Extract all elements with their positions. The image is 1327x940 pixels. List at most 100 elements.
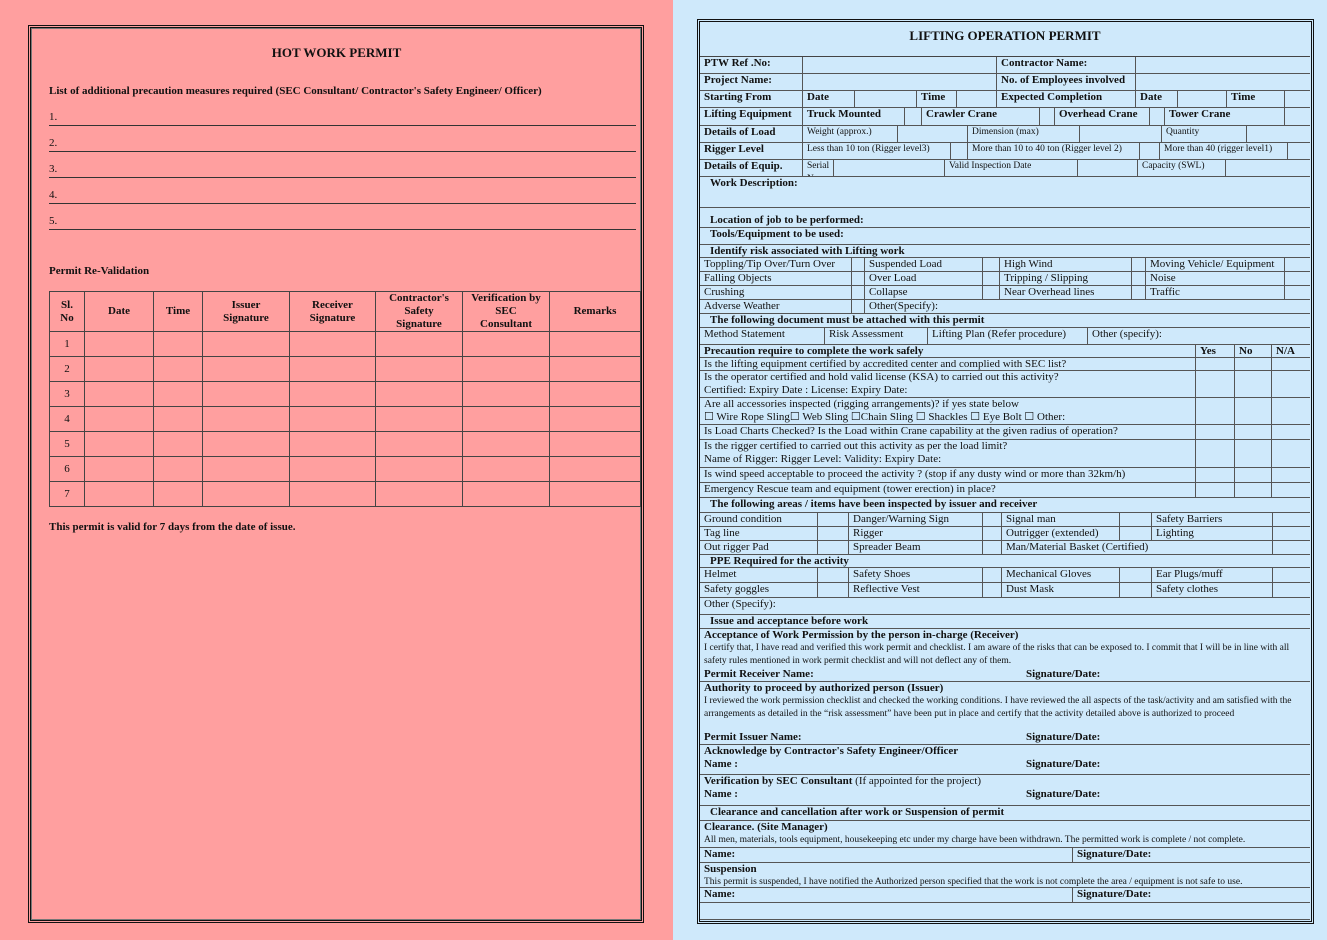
signature-date-label[interactable]: Signature/Date: — [1026, 668, 1100, 681]
form-input-cell[interactable] — [1285, 286, 1310, 299]
form-input-cell[interactable] — [1132, 286, 1146, 299]
revalidation-cell[interactable] — [549, 356, 641, 382]
revalidation-cell[interactable] — [153, 331, 203, 357]
form-input-cell[interactable] — [1136, 74, 1310, 90]
revalidation-cell[interactable] — [289, 481, 376, 507]
revalidation-cell[interactable] — [375, 481, 463, 507]
name-label[interactable]: Name : — [704, 758, 1026, 771]
form-input-cell[interactable] — [983, 583, 1002, 597]
precaution-line-3[interactable]: 3. — [49, 163, 636, 178]
form-input-cell[interactable] — [1285, 91, 1310, 107]
revalidation-cell[interactable] — [375, 431, 463, 457]
form-input-cell[interactable] — [1235, 398, 1272, 424]
form-input-cell[interactable] — [1288, 143, 1310, 159]
form-input-cell[interactable] — [1273, 583, 1310, 597]
form-input-cell[interactable] — [1285, 258, 1310, 271]
form-input-cell[interactable] — [1132, 258, 1146, 271]
form-input-cell[interactable] — [818, 527, 849, 540]
precaution-line-1[interactable]: 1. — [49, 111, 636, 126]
precaution-line-2[interactable]: 2. — [49, 137, 636, 152]
revalidation-cell[interactable] — [549, 481, 641, 507]
revalidation-cell[interactable] — [462, 331, 550, 357]
form-input-cell[interactable] — [1235, 483, 1272, 497]
revalidation-cell[interactable] — [462, 431, 550, 457]
form-input-cell[interactable] — [1196, 371, 1235, 397]
form-input-cell[interactable] — [700, 903, 1310, 919]
revalidation-cell[interactable] — [549, 406, 641, 432]
form-input-cell[interactable] — [1272, 398, 1310, 424]
revalidation-cell[interactable] — [153, 456, 203, 482]
revalidation-cell[interactable] — [375, 381, 463, 407]
revalidation-cell[interactable] — [84, 381, 154, 407]
form-input-cell[interactable] — [1272, 440, 1310, 467]
form-input-cell[interactable] — [1272, 371, 1310, 397]
form-input-cell[interactable] — [1235, 371, 1272, 397]
form-input-cell[interactable] — [983, 568, 1002, 582]
form-input-cell[interactable] — [1078, 160, 1138, 176]
revalidation-cell[interactable] — [462, 356, 550, 382]
revalidation-cell[interactable] — [289, 331, 376, 357]
form-input-cell[interactable] — [852, 272, 865, 285]
form-input-cell[interactable] — [983, 258, 1000, 271]
signature-date-label[interactable]: Signature/Date: — [1026, 731, 1100, 744]
form-input-cell[interactable] — [1235, 468, 1272, 482]
form-input-cell[interactable] — [1247, 126, 1310, 142]
form-input-cell[interactable] — [898, 126, 968, 142]
revalidation-cell[interactable] — [549, 456, 641, 482]
revalidation-cell[interactable] — [153, 431, 203, 457]
revalidation-cell[interactable] — [549, 431, 641, 457]
form-input-cell[interactable] — [957, 91, 997, 107]
form-input-cell[interactable] — [1272, 468, 1310, 482]
form-input-cell[interactable] — [1285, 272, 1310, 285]
form-input-cell[interactable] — [983, 541, 1002, 554]
form-input-cell[interactable] — [803, 57, 997, 73]
form-input-cell[interactable] — [855, 91, 917, 107]
revalidation-cell[interactable] — [153, 406, 203, 432]
form-input-cell[interactable] — [1196, 398, 1235, 424]
revalidation-cell[interactable] — [462, 481, 550, 507]
form-input-cell[interactable] — [1120, 568, 1152, 582]
revalidation-cell[interactable] — [84, 356, 154, 382]
form-input-cell[interactable] — [1272, 483, 1310, 497]
revalidation-cell[interactable] — [375, 456, 463, 482]
revalidation-cell[interactable] — [202, 431, 290, 457]
revalidation-cell[interactable] — [202, 356, 290, 382]
signature-date-label[interactable]: Signature/Date: — [1026, 758, 1100, 771]
revalidation-cell[interactable] — [84, 431, 154, 457]
form-input-cell[interactable] — [1120, 513, 1152, 526]
form-input-cell[interactable] — [1120, 527, 1152, 540]
form-input-cell[interactable] — [1196, 358, 1235, 370]
revalidation-cell[interactable] — [202, 331, 290, 357]
revalidation-cell[interactable] — [549, 331, 641, 357]
form-input-cell[interactable] — [1235, 425, 1272, 439]
form-input-cell[interactable] — [983, 272, 1000, 285]
form-input-cell[interactable] — [852, 258, 865, 271]
revalidation-cell[interactable] — [153, 381, 203, 407]
form-input-cell[interactable] — [951, 143, 968, 159]
revalidation-cell[interactable] — [202, 406, 290, 432]
form-input-cell[interactable] — [1080, 126, 1162, 142]
revalidation-cell[interactable] — [289, 356, 376, 382]
form-input-cell[interactable] — [1235, 358, 1272, 370]
revalidation-cell[interactable] — [202, 381, 290, 407]
revalidation-cell[interactable] — [289, 381, 376, 407]
form-input-cell[interactable] — [983, 286, 1000, 299]
form-input-cell[interactable] — [1178, 91, 1227, 107]
form-input-cell[interactable] — [818, 541, 849, 554]
form-input-cell[interactable] — [1120, 583, 1152, 597]
revalidation-cell[interactable] — [375, 356, 463, 382]
signature-date-label[interactable]: Signature/Date: — [1026, 788, 1100, 801]
form-input-cell[interactable] — [1150, 108, 1165, 125]
revalidation-cell[interactable] — [153, 481, 203, 507]
form-input-cell[interactable] — [1196, 425, 1235, 439]
name-label[interactable]: Permit Receiver Name: — [704, 668, 1026, 681]
revalidation-cell[interactable] — [462, 381, 550, 407]
revalidation-cell[interactable] — [549, 381, 641, 407]
revalidation-cell[interactable] — [84, 406, 154, 432]
form-input-cell[interactable] — [1196, 440, 1235, 467]
revalidation-cell[interactable] — [375, 331, 463, 357]
name-label[interactable]: Name : — [704, 788, 1026, 801]
form-input-cell[interactable] — [818, 583, 849, 597]
revalidation-cell[interactable] — [84, 481, 154, 507]
revalidation-cell[interactable] — [84, 456, 154, 482]
